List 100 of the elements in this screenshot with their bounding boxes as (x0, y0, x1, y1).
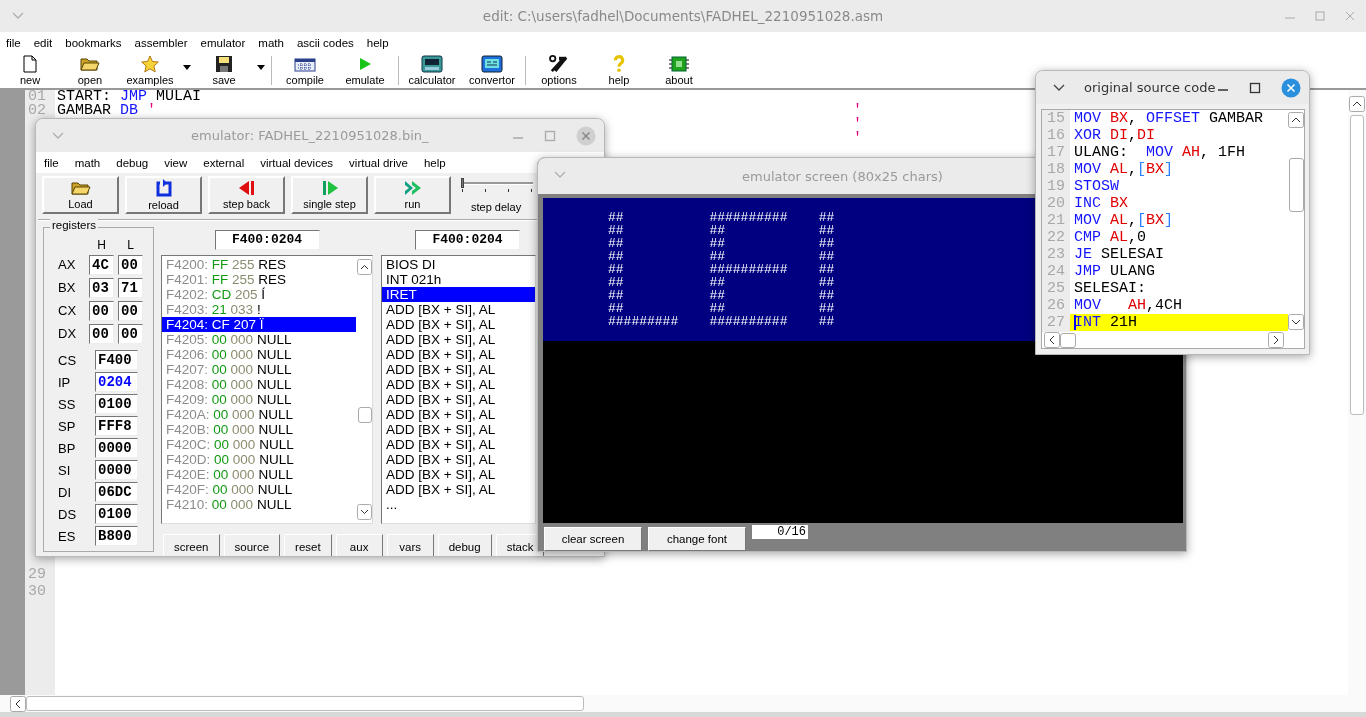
menu-item[interactable]: file (6, 35, 21, 51)
scroll-left-icon[interactable] (10, 695, 26, 712)
menu-item[interactable]: help (366, 35, 389, 51)
toolbar-button[interactable]: run (374, 176, 451, 214)
panel-button[interactable]: reset (284, 534, 332, 556)
menu-item[interactable]: bookmarks (65, 35, 122, 51)
scroll-right-icon[interactable] (1268, 332, 1284, 348)
maximize-icon[interactable] (1249, 81, 1261, 94)
scroll-up-icon[interactable] (357, 259, 372, 275)
scroll-up-icon[interactable] (1349, 96, 1365, 112)
toolbar-button[interactable]: save (194, 53, 254, 88)
panel-button[interactable]: aux (335, 534, 383, 556)
toolbar-button[interactable]: open (60, 53, 120, 88)
register-field[interactable]: 00 (118, 300, 143, 321)
register-field[interactable]: F400 (95, 350, 138, 370)
menu-item[interactable]: virtual devices (260, 156, 334, 169)
panel-button[interactable]: source (223, 534, 281, 556)
panel-button[interactable]: screen (163, 534, 220, 556)
memory-row[interactable]: F4208: 00 000 NULL (162, 377, 356, 392)
toolbar-button[interactable]: single step (291, 176, 368, 214)
window-button[interactable]: clear screen (544, 527, 642, 551)
disassembly-row[interactable]: IRET (382, 287, 535, 302)
close-icon[interactable] (1281, 77, 1301, 98)
disassembly-row[interactable]: ADD [BX + SI], AL (382, 377, 535, 392)
horizontal-scrollbar[interactable] (0, 695, 1366, 712)
scroll-left-icon[interactable] (1044, 332, 1060, 348)
register-field[interactable]: 0100 (95, 504, 138, 524)
memory-row[interactable]: F420C: 00 000 NULL (162, 437, 356, 452)
memory-row[interactable]: F4209: 00 000 NULL (162, 392, 356, 407)
menu-item[interactable]: assembler (134, 35, 188, 51)
register-field[interactable]: 03 (89, 277, 114, 298)
disassembly-row[interactable]: ADD [BX + SI], AL (382, 362, 535, 377)
disassembly-row[interactable]: ADD [BX + SI], AL (382, 467, 535, 482)
register-field[interactable]: B800 (95, 526, 138, 546)
memory-row[interactable]: F4203: 21 033 ! (162, 302, 356, 317)
disassembly-row[interactable]: ADD [BX + SI], AL (382, 317, 535, 332)
toolbar-button[interactable]: examples (120, 53, 180, 88)
menu-item[interactable]: help (423, 156, 446, 169)
menu-item[interactable]: ascii codes (296, 35, 354, 51)
disassembly-list[interactable] (381, 255, 536, 524)
menu-item[interactable]: virtual drive (349, 156, 408, 169)
memory-row[interactable]: F420D: 00 000 NULL (162, 452, 356, 467)
disassembly-row[interactable]: ADD [BX + SI], AL (382, 347, 535, 362)
source-code-view[interactable]: 15 MOV BX, OFFSET GAMBAR 16 XOR DI,DI 17 ULANG: MOV AH, 1FH 18 MOV AL,[BX] 19 STOSW 20 INC BX 21 MOV AL,[BX] 22 CMP AL,0 23 JE SELESAI 24 JMP ULANG 25 SELESAI: 26 MOV AH,4CH 27 INT 21H (1042, 110, 1288, 332)
menu-item[interactable]: emulator (200, 35, 246, 51)
scrollbar-thumb[interactable] (26, 696, 584, 711)
register-field[interactable]: 4C (89, 254, 114, 275)
caret-icon[interactable] (183, 65, 191, 70)
register-field[interactable]: 71 (118, 277, 143, 298)
disassembly-row[interactable]: ADD [BX + SI], AL (382, 332, 535, 347)
menu-item[interactable]: edit (33, 35, 53, 51)
toolbar-button[interactable]: emulate (335, 53, 395, 88)
delay-slider[interactable] (461, 180, 533, 194)
register-field[interactable]: 00 (118, 323, 143, 344)
register-field[interactable]: 0100 (95, 394, 138, 414)
memory-row[interactable]: F4210: 00 000 NULL (162, 497, 356, 512)
menu-item[interactable]: external (203, 156, 245, 169)
memory-row[interactable]: F4205: 00 000 NULL (162, 332, 356, 347)
disassembly-row[interactable]: ADD [BX + SI], AL (382, 422, 535, 437)
memory-row[interactable]: F4207: 00 000 NULL (162, 362, 356, 377)
panel-button[interactable]: debug (437, 534, 492, 556)
scroll-up-icon[interactable] (1288, 112, 1304, 128)
disassembly-row[interactable]: ADD [BX + SI], AL (382, 407, 535, 422)
register-field[interactable]: FFF8 (95, 416, 138, 436)
menu-item[interactable]: debug (116, 156, 149, 169)
toolbar-button[interactable]: options (529, 53, 589, 88)
register-field[interactable]: 00 (89, 300, 114, 321)
disassembly-row[interactable]: ADD [BX + SI], AL (382, 302, 535, 317)
toolbar-button[interactable]: reload (125, 176, 202, 214)
disassembly-row[interactable]: INT 021h (382, 272, 535, 287)
register-field[interactable]: 00 (118, 254, 143, 275)
memory-row[interactable]: F420F: 00 000 NULL (162, 482, 356, 497)
toolbar-button[interactable]: help (589, 53, 649, 88)
register-field[interactable]: 0000 (95, 438, 138, 458)
memory-row[interactable]: F420A: 00 000 NULL (162, 407, 356, 422)
menu-item[interactable]: view (164, 156, 188, 169)
toolbar-button[interactable]: convertor (462, 53, 522, 88)
register-field[interactable]: 00 (89, 323, 114, 344)
register-field[interactable]: 06DC (95, 482, 138, 502)
register-field[interactable]: 0000 (95, 460, 138, 480)
close-icon[interactable] (576, 125, 596, 146)
toolbar-button[interactable]: new (0, 53, 60, 88)
scrollbar-thumb[interactable] (357, 406, 372, 423)
disassembly-row[interactable]: ADD [BX + SI], AL (382, 482, 535, 497)
memory-row[interactable]: F4202: CD 205 Í (162, 287, 356, 302)
vertical-scrollbar[interactable] (1348, 90, 1366, 695)
memory-row[interactable]: F420B: 00 000 NULL (162, 422, 356, 437)
memory-row[interactable]: F4204: CF 207 Ï (162, 317, 356, 332)
toolbar-button[interactable]: about (649, 53, 709, 88)
disassembly-row[interactable]: BIOS DI (382, 257, 535, 272)
toolbar-button[interactable]: step back (208, 176, 285, 214)
memory-row[interactable]: F4201: FF 255 RES (162, 272, 356, 287)
toolbar-button[interactable]: calculator (402, 53, 462, 88)
close-icon[interactable] (1344, 10, 1356, 22)
window-button[interactable]: change font (648, 527, 746, 551)
memory-row[interactable]: F4200: FF 255 RES (162, 257, 356, 272)
address-field[interactable]: F400:0204 (415, 230, 520, 250)
caret-icon[interactable] (257, 65, 265, 70)
scroll-down-icon[interactable] (357, 504, 372, 520)
register-field[interactable]: 0204 (95, 372, 138, 392)
